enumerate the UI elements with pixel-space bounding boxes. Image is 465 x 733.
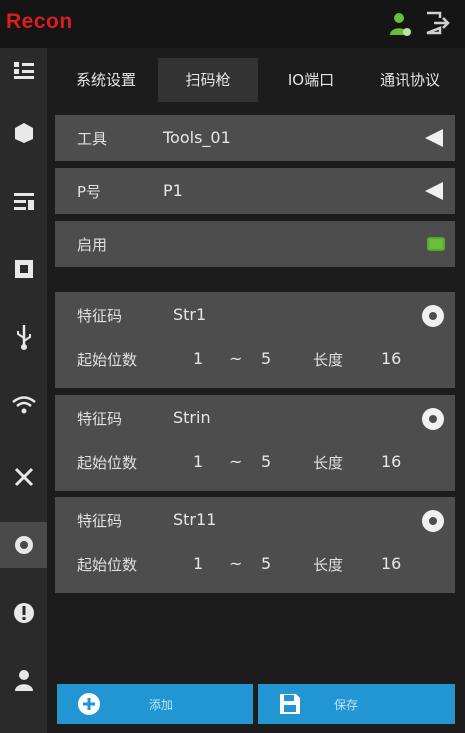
length-label: 长度 bbox=[313, 556, 344, 574]
add-button[interactable]: 添加 bbox=[57, 684, 253, 724]
gear-icon[interactable] bbox=[421, 407, 445, 431]
tab-io-port[interactable]: IO端口 bbox=[264, 58, 358, 102]
length-value: 16 bbox=[381, 452, 402, 471]
info-icon bbox=[13, 603, 34, 623]
length-label: 长度 bbox=[313, 454, 344, 472]
feature-code-label: 特征码 bbox=[77, 410, 123, 428]
start-to-value: 5 bbox=[261, 349, 272, 368]
tools-icon bbox=[14, 467, 33, 487]
sidebar-item-usb[interactable] bbox=[0, 314, 47, 360]
gear-icon bbox=[14, 536, 33, 554]
save-button-label: 保存 bbox=[334, 698, 359, 712]
tool-value: Tools_01 bbox=[163, 128, 231, 147]
p-number-value: P1 bbox=[163, 181, 183, 200]
feature-code-label: 特征码 bbox=[77, 512, 123, 530]
p-number-select[interactable]: P号 P1 bbox=[55, 168, 455, 214]
sidebar-item-wifi[interactable] bbox=[0, 382, 47, 428]
start-position-label: 起始位数 bbox=[77, 351, 138, 369]
sidebar-item-chip[interactable] bbox=[0, 246, 47, 292]
save-icon bbox=[280, 694, 300, 714]
user-icon[interactable] bbox=[390, 12, 412, 36]
enable-row: 启用 bbox=[55, 221, 455, 267]
logo: Recon bbox=[6, 10, 73, 33]
feature-code-card: 特征码 Strin 起始位数 1 ~ 5 长度 16 bbox=[55, 395, 455, 491]
range-dash: ~ bbox=[229, 452, 243, 471]
exit-icon[interactable] bbox=[424, 10, 450, 36]
save-button[interactable]: 保存 bbox=[258, 684, 455, 724]
p-number-label: P号 bbox=[77, 183, 102, 201]
feature-code-card: 特征码 Str1 起始位数 1 ~ 5 长度 16 bbox=[55, 292, 455, 388]
start-to-value: 5 bbox=[261, 554, 272, 573]
feature-code-value: Str1 bbox=[173, 305, 207, 324]
start-to-value: 5 bbox=[261, 452, 272, 471]
person-icon bbox=[14, 670, 33, 691]
feature-code-label: 特征码 bbox=[77, 307, 123, 325]
chip-icon bbox=[14, 260, 33, 278]
start-position-label: 起始位数 bbox=[77, 454, 138, 472]
tab-scanner[interactable]: 扫码枪 bbox=[158, 58, 258, 102]
feature-code-value: Strin bbox=[173, 408, 211, 427]
enable-toggle[interactable] bbox=[427, 237, 445, 251]
tab-system-settings[interactable]: 系统设置 bbox=[58, 58, 154, 102]
range-dash: ~ bbox=[229, 554, 243, 573]
sidebar-item-box[interactable] bbox=[0, 110, 47, 156]
dropdown-arrow-icon bbox=[425, 129, 443, 147]
gear-icon[interactable] bbox=[421, 509, 445, 533]
usb-icon bbox=[16, 325, 31, 350]
tool-label: 工具 bbox=[77, 130, 108, 148]
box-icon bbox=[14, 123, 33, 143]
tab-protocol[interactable]: 通讯协议 bbox=[362, 58, 458, 102]
sidebar-item-list[interactable] bbox=[0, 48, 47, 94]
list-settings-icon bbox=[13, 193, 34, 210]
add-button-label: 添加 bbox=[149, 698, 174, 712]
tab-bar: 系统设置 扫码枪 IO端口 通讯协议 bbox=[58, 58, 458, 102]
length-label: 长度 bbox=[313, 351, 344, 369]
start-from-value: 1 bbox=[193, 349, 204, 368]
tool-select[interactable]: 工具 Tools_01 bbox=[55, 115, 455, 161]
enable-label: 启用 bbox=[77, 236, 108, 254]
sidebar-item-settings[interactable] bbox=[0, 522, 47, 568]
dropdown-arrow-icon bbox=[425, 182, 443, 200]
start-from-value: 1 bbox=[193, 554, 204, 573]
range-dash: ~ bbox=[229, 349, 243, 368]
sidebar-item-person[interactable] bbox=[0, 658, 47, 704]
length-value: 16 bbox=[381, 554, 402, 573]
feature-code-card: 特征码 Str11 起始位数 1 ~ 5 长度 16 bbox=[55, 497, 455, 593]
sidebar-item-list-settings[interactable] bbox=[0, 178, 47, 224]
plus-circle-icon bbox=[78, 693, 100, 715]
top-bar: Recon bbox=[0, 0, 465, 48]
list-icon bbox=[13, 62, 34, 79]
sidebar bbox=[0, 48, 47, 733]
gear-icon[interactable] bbox=[421, 304, 445, 328]
start-from-value: 1 bbox=[193, 452, 204, 471]
wifi-icon bbox=[11, 396, 36, 414]
sidebar-item-tools[interactable] bbox=[0, 454, 47, 500]
start-position-label: 起始位数 bbox=[77, 556, 138, 574]
feature-code-value: Str11 bbox=[173, 510, 217, 529]
sidebar-item-info[interactable] bbox=[0, 590, 47, 636]
length-value: 16 bbox=[381, 349, 402, 368]
